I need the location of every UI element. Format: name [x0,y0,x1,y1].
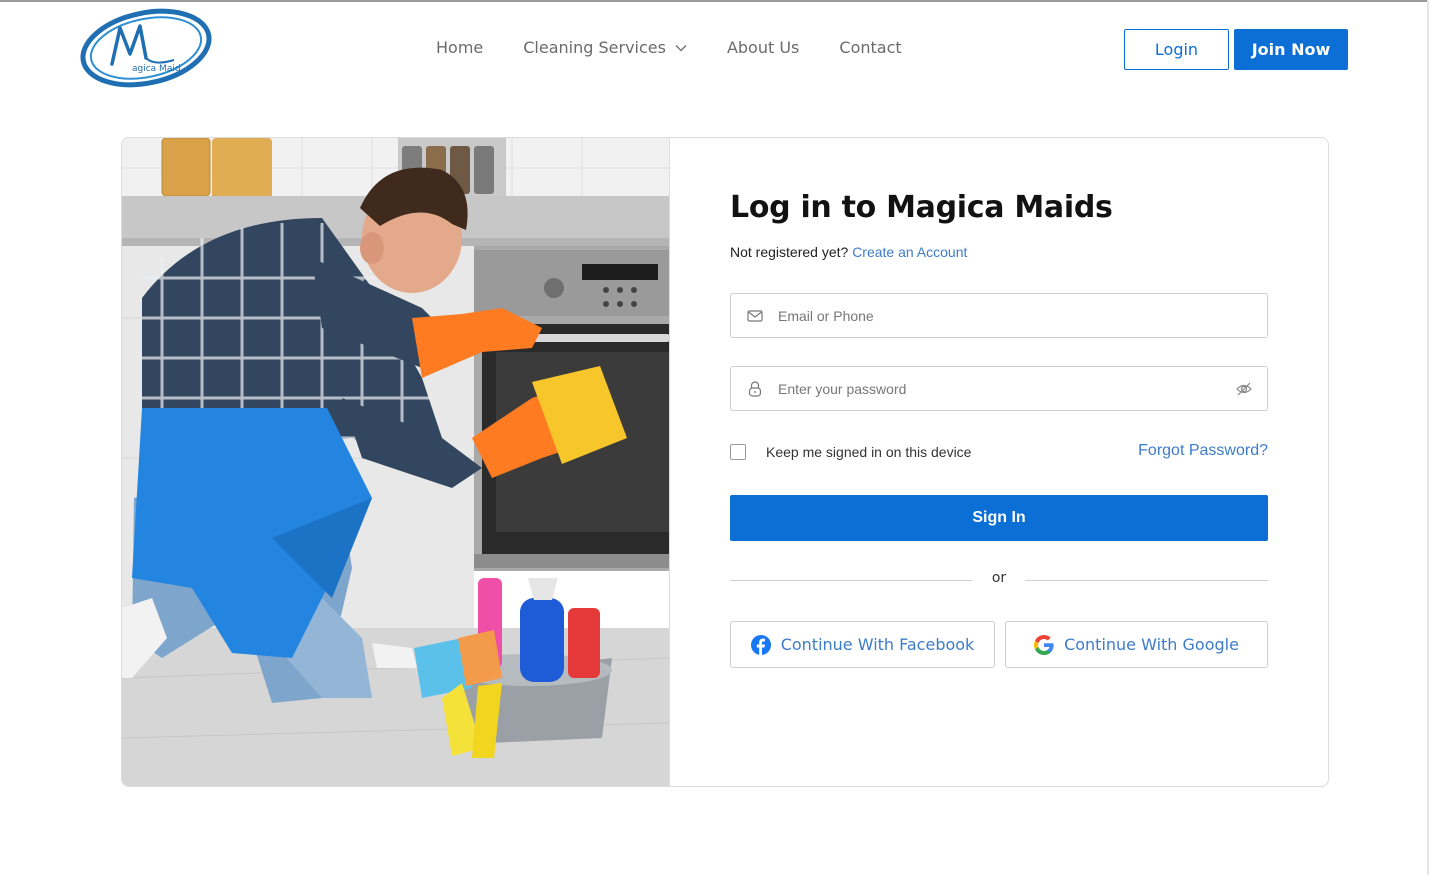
nav-home[interactable]: Home [436,38,483,57]
chevron-down-icon [675,44,687,51]
cleaning-hero-image [122,138,670,786]
lock-icon [748,380,762,397]
sign-in-button[interactable]: Sign In [730,495,1268,541]
or-divider: or [730,570,1268,590]
nav-about-us[interactable]: About Us [727,38,799,57]
continue-with-facebook-button[interactable]: Continue With Facebook [730,621,995,668]
not-registered-text: Not registered yet? [730,244,849,260]
remember-me: Keep me signed in on this device [730,444,971,460]
login-card: Log in to Magica Maids Not registered ye… [121,137,1329,787]
email-input[interactable] [778,294,1267,337]
forgot-password-link[interactable]: Forgot Password? [1138,442,1268,460]
magica-maid-logo[interactable]: agica Maid [78,8,216,88]
logo-wordmark: agica Maid [132,64,181,74]
facebook-label: Continue With Facebook [780,635,975,654]
join-now-button[interactable]: Join Now [1234,29,1348,70]
page-title: Log in to Magica Maids [730,190,1113,225]
password-field[interactable] [730,366,1268,411]
nav-contact[interactable]: Contact [839,38,901,57]
divider-line-right [1025,580,1268,581]
nav-cleaning-services[interactable]: Cleaning Services [523,38,687,57]
continue-with-google-button[interactable]: Continue With Google [1005,621,1268,668]
site-header: agica Maid Home Cleaning Services About … [0,2,1429,94]
nav-cleaning-services-label: Cleaning Services [523,38,666,57]
eye-off-icon[interactable] [1235,380,1253,398]
main-nav: Home Cleaning Services About Us Contact [436,38,902,57]
remember-me-label: Keep me signed in on this device [766,444,972,460]
or-text: or [991,570,1007,586]
google-icon [1034,634,1054,655]
create-account-link[interactable]: Create an Account [852,244,967,260]
login-form: Log in to Magica Maids Not registered ye… [730,138,1270,786]
remember-me-checkbox[interactable] [730,444,746,460]
password-input[interactable] [778,367,1235,410]
google-label: Continue With Google [1064,635,1239,654]
facebook-icon [750,634,771,655]
email-field[interactable] [730,293,1268,338]
mail-icon [747,309,763,322]
register-prompt: Not registered yet? Create an Account [730,244,967,260]
header-login-button[interactable]: Login [1124,29,1229,70]
